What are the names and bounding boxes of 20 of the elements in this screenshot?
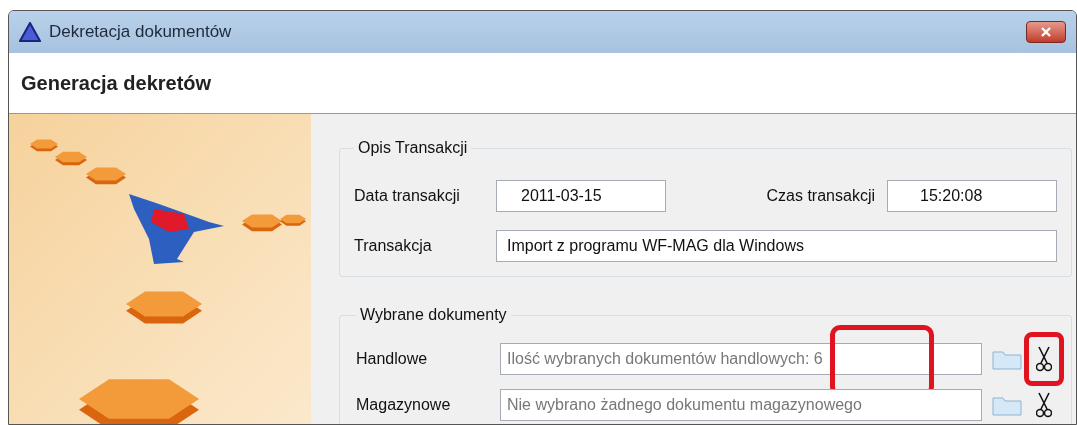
field-label: Transakcja	[354, 236, 433, 256]
field-label: Handlowe	[356, 349, 429, 369]
section-heading: Generacja dekretów	[21, 71, 212, 96]
highlight-frame	[1024, 332, 1064, 386]
close-icon	[1040, 26, 1052, 38]
group-title: Wybrane dokumenty	[359, 305, 508, 325]
field-label: Czas transakcji	[766, 186, 875, 206]
field-label: Magazynowe	[356, 395, 452, 415]
group-title: Opis Transakcji	[357, 138, 469, 158]
document-count-field[interactable]: Ilość wybranych dokumentów handlowych: 6	[500, 343, 982, 375]
date-field[interactable]: 2011-03-15	[496, 180, 666, 212]
scissors-icon[interactable]	[1036, 392, 1052, 418]
window-title: Dekretacja dokumentów	[49, 21, 232, 44]
triangle-icon	[19, 22, 41, 42]
transaction-field[interactable]: Import z programu WF-MAG dla Windows	[496, 230, 1057, 262]
time-field[interactable]: 15:20:08	[887, 180, 1057, 212]
document-count-field[interactable]: Nie wybrano żadnego dokumentu magazynowego	[500, 389, 982, 421]
field-label: Data transakcji	[354, 186, 461, 206]
close-button[interactable]	[1026, 21, 1066, 43]
scissors-icon[interactable]	[1036, 346, 1052, 372]
